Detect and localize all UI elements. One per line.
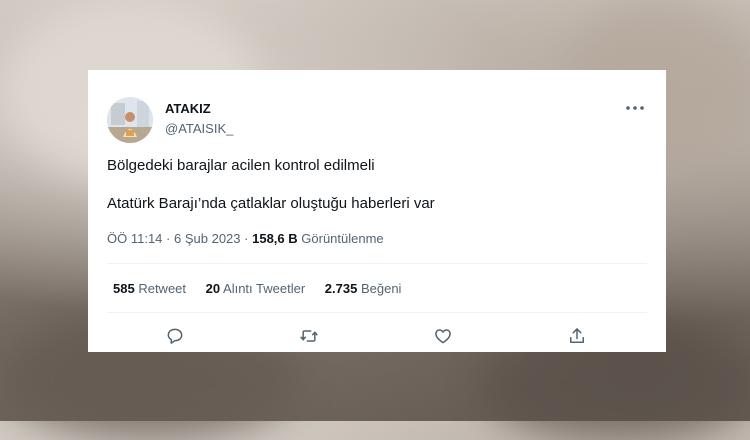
divider xyxy=(107,312,647,313)
stat-count: 585 xyxy=(113,281,135,296)
tweet-text-line: Atatürk Barajı’nda çatlaklar oluştuğu ha… xyxy=(107,195,435,212)
tweet-meta: ÖÖ 11:14 · 6 Şub 2023 · 158,6 B Görüntül… xyxy=(107,231,384,246)
retweet-count-link[interactable]: 585 Retweet xyxy=(113,281,186,296)
stat-label: Retweet xyxy=(138,281,187,296)
meta-separator: · xyxy=(166,231,171,246)
views-label: Görüntülenme xyxy=(301,231,384,246)
author-name[interactable]: ATAKIZ xyxy=(165,101,211,116)
stat-label: Beğeni xyxy=(360,281,402,296)
views-count: 158,6 B xyxy=(252,231,298,246)
more-horizontal-icon[interactable] xyxy=(624,100,646,116)
meta-separator: · xyxy=(244,231,249,246)
stat-count: 20 xyxy=(205,281,221,296)
heart-icon[interactable] xyxy=(433,326,453,346)
retweet-icon[interactable] xyxy=(299,326,319,346)
tweet-time[interactable]: ÖÖ 11:14 xyxy=(107,231,162,246)
share-icon[interactable] xyxy=(567,326,587,346)
tweet-text-line: Bölgedeki barajlar acilen kontrol edilme… xyxy=(107,157,375,174)
likes-link[interactable]: 2.735 Beğeni xyxy=(325,281,402,296)
avatar[interactable] xyxy=(107,97,153,143)
author-handle[interactable]: @ATAISIK_ xyxy=(165,121,233,136)
engagement-stats: 585 Retweet 20 Alıntı Tweetler 2.735 Beğ… xyxy=(113,281,417,296)
divider xyxy=(107,263,647,264)
reply-icon[interactable] xyxy=(165,326,185,346)
stat-label: Alıntı Tweetler xyxy=(223,281,306,296)
tweet-card: ATAKIZ @ATAISIK_ Bölgedeki barajlar acil… xyxy=(88,70,666,352)
tweet-date[interactable]: 6 Şub 2023 xyxy=(174,231,241,246)
stat-count: 2.735 xyxy=(324,281,358,296)
quote-tweets-link[interactable]: 20 Alıntı Tweetler xyxy=(206,281,306,296)
